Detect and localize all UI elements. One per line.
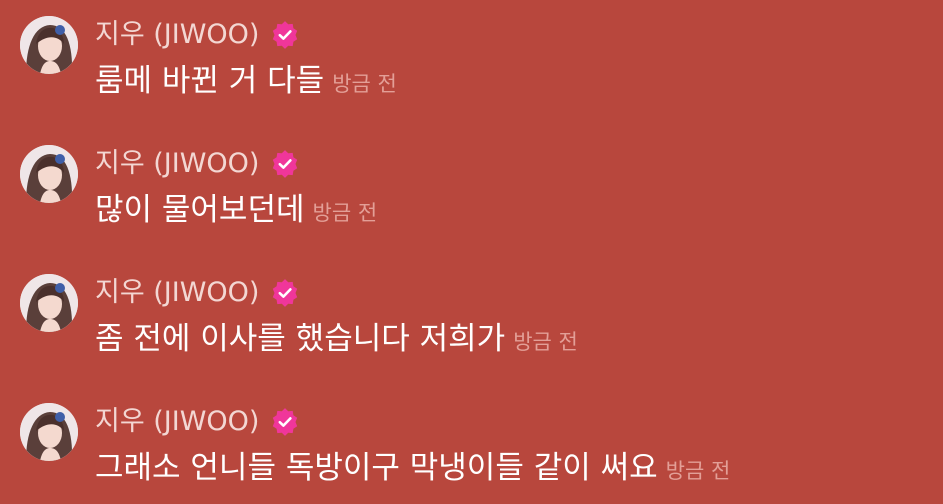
chat-message: 지우 (JIWOO) 룸메 바뀐 거 다들 방금 전	[20, 14, 920, 114]
sender-row: 지우 (JIWOO)	[95, 143, 299, 185]
sender-name[interactable]: 지우 (JIWOO)	[95, 272, 259, 314]
chat-message: 지우 (JIWOO) 그래소 언니들 독방이구 막냉이들 같이 써요 방금 전	[20, 401, 920, 501]
avatar[interactable]	[20, 403, 78, 461]
profile-photo-icon	[20, 16, 78, 74]
profile-photo-icon	[20, 403, 78, 461]
chat-message: 지우 (JIWOO) 좀 전에 이사를 했습니다 저희가 방금 전	[20, 272, 920, 372]
verified-badge-icon	[271, 408, 299, 436]
message-timestamp: 방금 전	[332, 72, 397, 96]
sender-name[interactable]: 지우 (JIWOO)	[95, 401, 259, 443]
message-row: 많이 물어보던데 방금 전	[95, 188, 377, 232]
message-row: 룸메 바뀐 거 다들 방금 전	[95, 59, 397, 103]
message-timestamp: 방금 전	[665, 459, 731, 483]
message-row: 좀 전에 이사를 했습니다 저희가 방금 전	[95, 317, 578, 361]
profile-photo-icon	[20, 145, 78, 203]
sender-row: 지우 (JIWOO)	[95, 401, 299, 443]
message-text: 많이 물어보던데	[95, 192, 305, 228]
sender-row: 지우 (JIWOO)	[95, 272, 299, 314]
message-text: 그래소 언니들 독방이구 막냉이들 같이 써요	[95, 450, 658, 486]
avatar[interactable]	[20, 16, 78, 74]
chat-message: 지우 (JIWOO) 많이 물어보던데 방금 전	[20, 143, 920, 243]
verified-badge-icon	[271, 150, 299, 178]
verified-badge-icon	[271, 279, 299, 307]
avatar[interactable]	[20, 145, 78, 203]
sender-row: 지우 (JIWOO)	[95, 14, 299, 56]
message-row: 그래소 언니들 독방이구 막냉이들 같이 써요 방금 전	[95, 446, 730, 490]
message-text: 좀 전에 이사를 했습니다 저희가	[95, 321, 506, 357]
verified-badge-icon	[271, 21, 299, 49]
message-timestamp: 방금 전	[312, 201, 378, 225]
message-text: 룸메 바뀐 거 다들	[95, 63, 325, 99]
chat-message-list: 지우 (JIWOO) 룸메 바뀐 거 다들 방금 전 지우 (JIWOO) 많이…	[0, 0, 943, 504]
message-timestamp: 방금 전	[513, 330, 578, 354]
profile-photo-icon	[20, 274, 78, 332]
avatar[interactable]	[20, 274, 78, 332]
sender-name[interactable]: 지우 (JIWOO)	[95, 14, 259, 56]
sender-name[interactable]: 지우 (JIWOO)	[95, 143, 259, 185]
